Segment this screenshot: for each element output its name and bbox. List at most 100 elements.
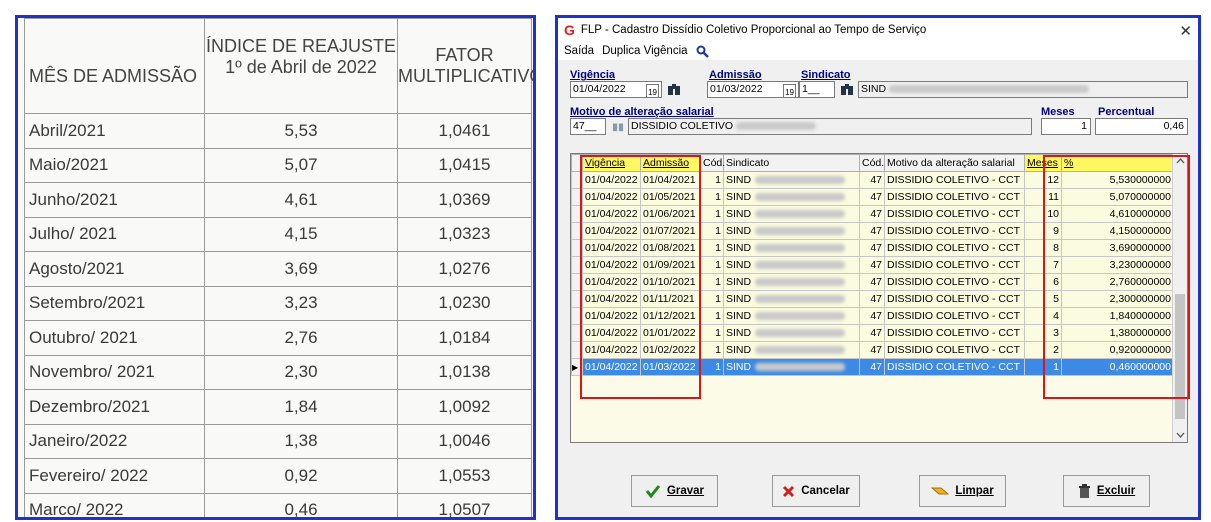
motivo-cell: DISSIDIO COLETIVO - CCT bbox=[884, 188, 1025, 206]
mes-admissao-cell: Junho/2021 bbox=[24, 182, 205, 218]
cod-sindicato-cell: 1 bbox=[700, 239, 724, 257]
mes-admissao-cell: Dezembro/2021 bbox=[24, 389, 205, 425]
vigencia-field[interactable]: 01/04/2022 19 bbox=[570, 81, 662, 98]
cod-motivo-cell: 47 bbox=[859, 171, 885, 189]
menu-duplica-vigencia[interactable]: Duplica Vigência bbox=[602, 45, 687, 57]
redacted-text bbox=[755, 278, 846, 287]
motivo-cell: DISSIDIO COLETIVO - CCT bbox=[884, 324, 1025, 342]
menu-saida[interactable]: Saída bbox=[564, 45, 594, 57]
indice-cell: 4,15 bbox=[204, 216, 398, 252]
highlight-box-dates bbox=[580, 155, 701, 399]
cod-motivo-cell: 47 bbox=[859, 307, 885, 325]
percentual-label: Percentual bbox=[1098, 106, 1155, 118]
fator-cell: 1,0046 bbox=[397, 423, 532, 459]
cod-sindicato-cell: 1 bbox=[700, 324, 724, 342]
close-icon[interactable]: ✕ bbox=[1179, 22, 1192, 40]
motivo-code-field[interactable]: 47__ bbox=[570, 118, 606, 135]
motivo-cell: DISSIDIO COLETIVO - CCT bbox=[884, 205, 1025, 223]
header-indice-reajuste: ÍNDICE DE REAJUSTE 1º de Abril de 2022 bbox=[204, 18, 398, 114]
check-icon bbox=[645, 485, 661, 498]
indice-cell: 3,69 bbox=[204, 251, 398, 287]
binoculars-icon[interactable] bbox=[667, 83, 681, 96]
cod-motivo-cell: 47 bbox=[859, 341, 885, 359]
grid-header-cod-motivo[interactable]: Cód. bbox=[859, 154, 885, 172]
indice-cell: 2,30 bbox=[204, 354, 398, 390]
highlight-box-percent bbox=[1043, 155, 1190, 399]
limpar-button[interactable]: Limpar bbox=[919, 475, 1006, 507]
indice-cell: 2,76 bbox=[204, 320, 398, 356]
sindicato-text: SIND bbox=[726, 191, 752, 203]
grid-header-motivo[interactable]: Motivo da alteração salarial bbox=[884, 154, 1025, 172]
cancelar-button[interactable]: Cancelar bbox=[772, 475, 860, 507]
calendar-icon[interactable]: 19 bbox=[646, 84, 659, 97]
index-table-row: Setembro/2021 3,23 1,0230 bbox=[24, 285, 532, 321]
redacted-text bbox=[755, 363, 846, 372]
cod-motivo-cell: 47 bbox=[859, 358, 885, 376]
gravar-button[interactable]: Gravar bbox=[631, 475, 718, 507]
gravar-label: Gravar bbox=[666, 485, 705, 497]
sindicato-text: SIND bbox=[726, 174, 752, 186]
title-bar: G FLP - Cadastro Dissídio Coletivo Propo… bbox=[558, 18, 1198, 42]
sindicato-cell: SIND bbox=[723, 358, 860, 376]
index-table-row: Julho/ 2021 4,15 1,0323 bbox=[24, 216, 532, 252]
motivo-cell: DISSIDIO COLETIVO - CCT bbox=[884, 239, 1025, 257]
limpar-label: Limpar bbox=[955, 485, 994, 497]
grid-header-cod-sindicato[interactable]: Cód. bbox=[700, 154, 725, 172]
vigencia-value: 01/04/2022 bbox=[573, 83, 626, 95]
index-table-row: Maio/2021 5,07 1,0415 bbox=[24, 147, 532, 183]
fator-cell: 1,0553 bbox=[397, 458, 532, 494]
motivo-cell: DISSIDIO COLETIVO - CCT bbox=[884, 358, 1025, 376]
redacted-text bbox=[755, 346, 846, 355]
cod-sindicato-cell: 1 bbox=[700, 171, 724, 189]
scroll-down-icon[interactable] bbox=[1176, 432, 1185, 438]
cod-motivo-cell: 47 bbox=[859, 273, 885, 291]
mes-admissao-cell: Janeiro/2022 bbox=[24, 423, 205, 459]
sindicato-cell: SIND bbox=[723, 205, 860, 223]
cancelar-label: Cancelar bbox=[801, 485, 850, 497]
binoculars-icon[interactable] bbox=[612, 121, 624, 132]
fator-cell: 1,0461 bbox=[397, 113, 532, 149]
sindicato-cell: SIND bbox=[723, 222, 860, 240]
admissao-field[interactable]: 01/03/2022 19 bbox=[707, 81, 799, 98]
sindicato-cell: SIND bbox=[723, 171, 860, 189]
mes-admissao-cell: Setembro/2021 bbox=[24, 285, 205, 321]
sindicato-text: SIND bbox=[726, 208, 752, 220]
sindicato-text: SIND bbox=[726, 344, 752, 356]
window-title: FLP - Cadastro Dissídio Coletivo Proporc… bbox=[580, 24, 927, 36]
sindicato-cell: SIND bbox=[723, 324, 860, 342]
meses-field[interactable]: 1 bbox=[1041, 118, 1091, 135]
eraser-icon bbox=[931, 487, 950, 495]
calendar-icon[interactable]: 19 bbox=[783, 84, 796, 97]
cod-sindicato-cell: 1 bbox=[700, 205, 724, 223]
scanned-index-table-panel: MÊS DE ADMISSÃO ÍNDICE DE REAJUSTE 1º de… bbox=[15, 15, 536, 520]
redacted-text bbox=[755, 193, 846, 202]
grid-header-sindicato[interactable]: Sindicato bbox=[723, 154, 860, 172]
fator-cell: 1,0092 bbox=[397, 389, 532, 425]
search-icon[interactable] bbox=[696, 45, 709, 58]
excluir-label: Excluir bbox=[1096, 485, 1136, 497]
sindicato-cell: SIND bbox=[723, 307, 860, 325]
sindicato-text: SIND bbox=[726, 225, 752, 237]
menu-bar: Saída Duplica Vigência bbox=[558, 42, 1198, 60]
cod-sindicato-cell: 1 bbox=[700, 307, 724, 325]
redacted-text bbox=[755, 295, 846, 304]
mes-admissao-cell: Fevereiro/ 2022 bbox=[24, 458, 205, 494]
redacted-text bbox=[755, 210, 846, 219]
binoculars-icon[interactable] bbox=[840, 83, 854, 96]
trash-icon bbox=[1078, 483, 1090, 498]
cod-motivo-cell: 47 bbox=[859, 205, 885, 223]
index-table-row: Outubro/ 2021 2,76 1,0184 bbox=[24, 320, 532, 356]
indice-cell: 0,46 bbox=[204, 492, 398, 517]
sindicato-code-field[interactable]: 1__ bbox=[799, 81, 835, 98]
fator-cell: 1,0323 bbox=[397, 216, 532, 252]
redacted-text bbox=[736, 122, 817, 131]
mes-admissao-cell: Abril/2021 bbox=[24, 113, 205, 149]
vigencia-label: Vigência bbox=[570, 69, 616, 81]
indice-cell: 5,07 bbox=[204, 147, 398, 183]
percentual-field[interactable]: 0,46 bbox=[1095, 118, 1188, 135]
motivo-cell: DISSIDIO COLETIVO - CCT bbox=[884, 222, 1025, 240]
excluir-button[interactable]: Excluir bbox=[1063, 475, 1150, 507]
sindicato-text: SIND bbox=[726, 327, 752, 339]
motivo-label: Motivo de alteração salarial bbox=[570, 106, 714, 118]
sindicato-text: SIND bbox=[726, 361, 752, 373]
